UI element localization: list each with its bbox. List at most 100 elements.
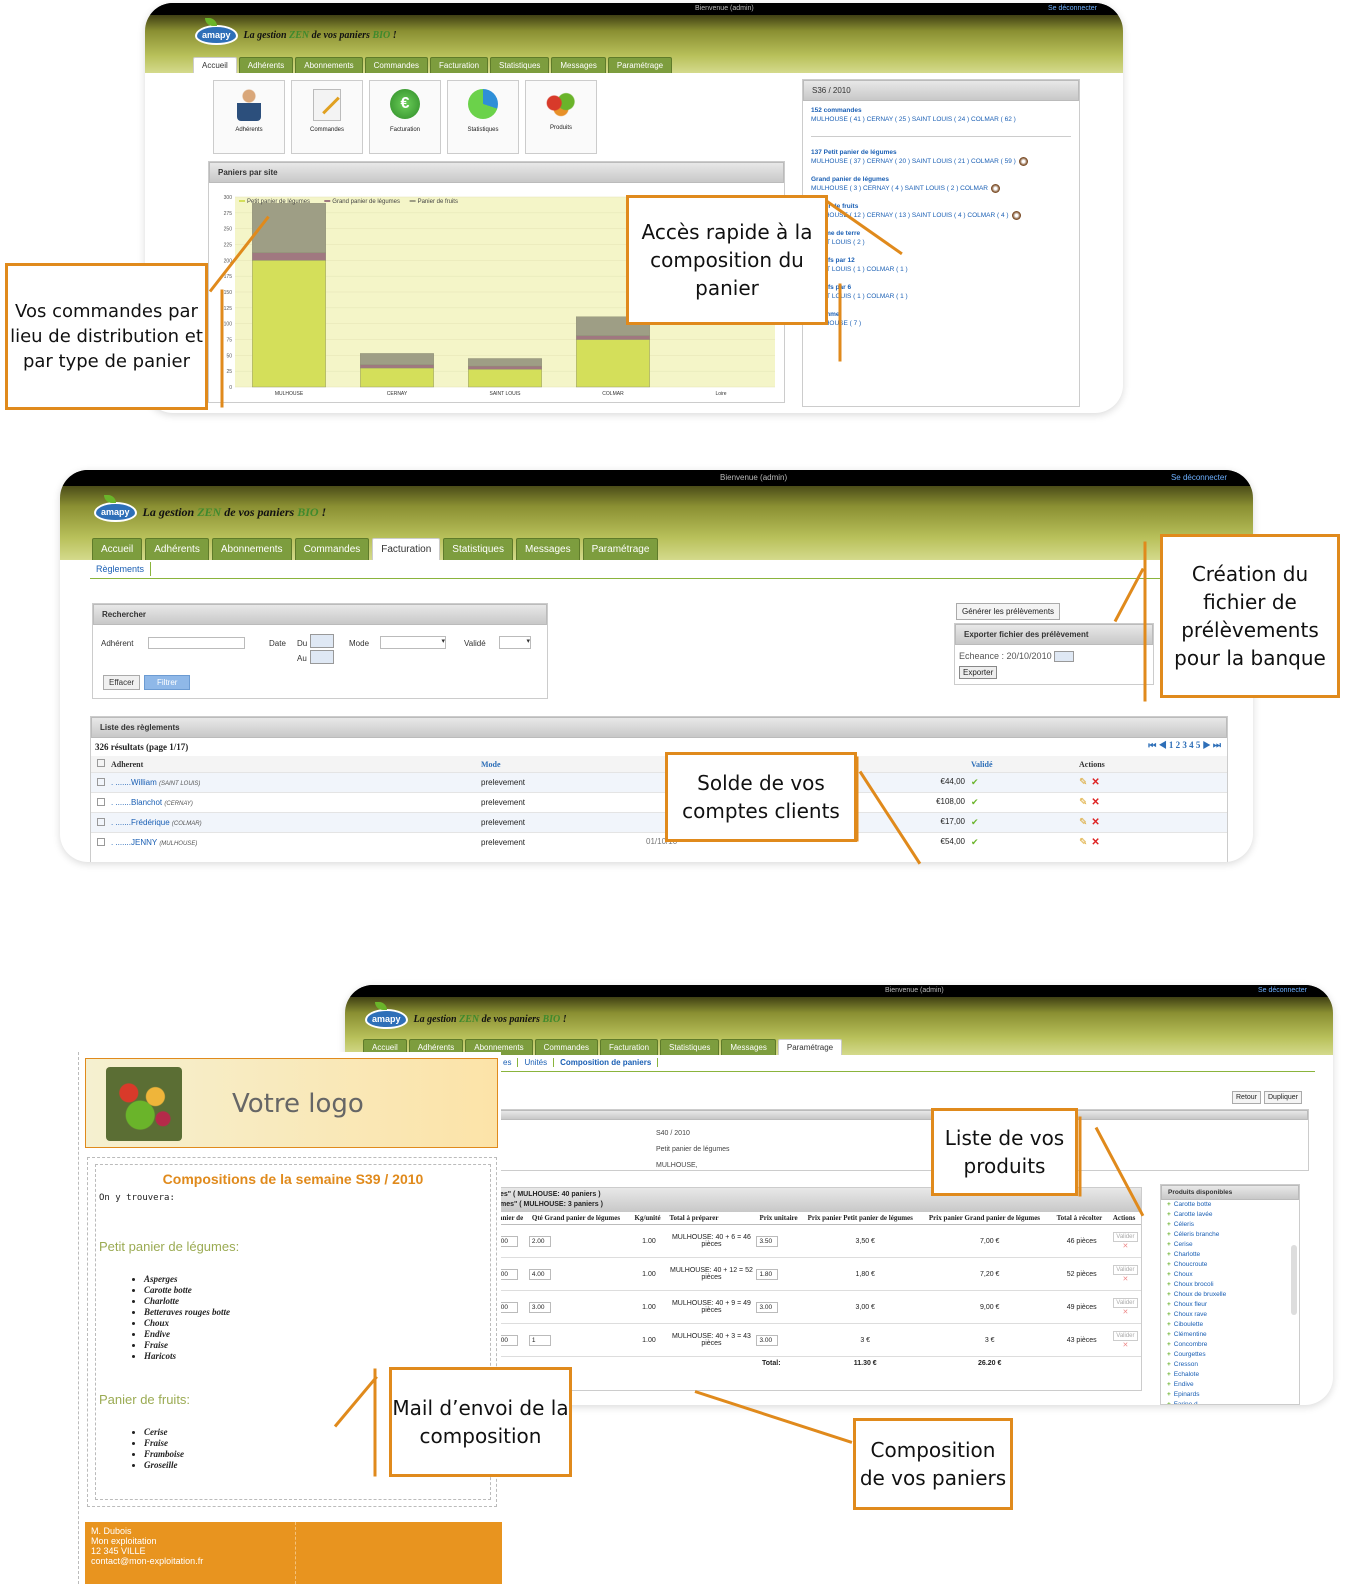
product-label[interactable]: Choux de bruxelle: [1174, 1291, 1226, 1298]
basket-icon[interactable]: [990, 183, 1000, 193]
table-row[interactable]: . .......William (SAINT LOUIS) prelevemen…: [91, 772, 1227, 793]
summary-detail[interactable]: MULHOUSE ( 37 ) CERNAY ( 20 ) SAINT LOUI…: [811, 156, 1071, 168]
tab-commandes[interactable]: Commandes: [364, 57, 428, 73]
pagination[interactable]: ⏮ ◀ 1 2 3 4 5 ▶ ⏭: [1148, 740, 1221, 751]
select-all-checkbox[interactable]: [97, 759, 105, 767]
back-button[interactable]: Retour: [1232, 1091, 1262, 1104]
tab-accueil[interactable]: Accueil: [193, 57, 237, 73]
unit-price-input[interactable]: 1.80: [756, 1268, 779, 1280]
tab-abonnements[interactable]: Abonnements: [211, 538, 292, 560]
bar-segment[interactable]: [252, 203, 326, 253]
summary-title[interactable]: Pomme de terre: [811, 230, 1071, 237]
product-item[interactable]: + Choux fleur: [1167, 1300, 1299, 1310]
tab-messages[interactable]: Messages: [721, 1039, 776, 1055]
table-row[interactable]: . .......JENNY (MULHOUSE) prelevement 01/1…: [91, 832, 1227, 853]
validated-select[interactable]: ▾: [499, 636, 531, 649]
add-icon[interactable]: +: [1167, 1291, 1171, 1298]
tile-produits[interactable]: Produits: [525, 80, 597, 154]
generate-button[interactable]: Générer les prélèvements: [956, 603, 1061, 620]
remove-icon[interactable]: ✕: [1110, 1242, 1141, 1250]
delete-icon[interactable]: ✕: [1091, 777, 1099, 788]
product-label[interactable]: Cresson: [1174, 1361, 1198, 1368]
tab-facturation[interactable]: Facturation: [600, 1039, 659, 1055]
basket-icon[interactable]: [1011, 210, 1021, 220]
summary-detail[interactable]: SAINT LOUIS ( 1 ) COLMAR ( 1 ): [811, 291, 1071, 303]
add-icon[interactable]: +: [1167, 1251, 1171, 1258]
validate-button[interactable]: Valider: [1113, 1331, 1138, 1341]
add-icon[interactable]: +: [1167, 1311, 1171, 1318]
add-icon[interactable]: +: [1167, 1371, 1171, 1378]
product-item[interactable]: + Choux rave: [1167, 1310, 1299, 1320]
product-item[interactable]: + Céleris branche: [1167, 1230, 1299, 1240]
validate-button[interactable]: Valider: [1113, 1298, 1138, 1308]
product-label[interactable]: Cerise: [1174, 1241, 1193, 1248]
add-icon[interactable]: +: [1167, 1271, 1171, 1278]
tab-facturation[interactable]: Facturation: [430, 57, 489, 73]
edit-icon[interactable]: ✎: [1079, 837, 1087, 848]
add-icon[interactable]: +: [1167, 1301, 1171, 1308]
tab-adherents[interactable]: Adhérents: [145, 538, 209, 560]
product-item[interactable]: + Choucroute: [1167, 1260, 1299, 1270]
product-label[interactable]: Farine d: [1174, 1401, 1198, 1404]
qty-big-input[interactable]: 2.00: [528, 1235, 551, 1247]
product-item[interactable]: + Epinards: [1167, 1390, 1299, 1400]
bar-segment[interactable]: [576, 335, 650, 340]
product-item[interactable]: + Choux brocoli: [1167, 1280, 1299, 1290]
bar-segment[interactable]: [360, 367, 434, 388]
summary-title[interactable]: 7 pomme: [811, 311, 1071, 318]
product-item[interactable]: + Charlotte: [1167, 1250, 1299, 1260]
tab-accueil[interactable]: Accueil: [92, 538, 143, 560]
add-icon[interactable]: +: [1167, 1391, 1171, 1398]
summary-title[interactable]: 137 Petit panier de légumes: [811, 149, 1071, 156]
bar-segment[interactable]: [468, 365, 542, 370]
product-label[interactable]: Carotte lavée: [1174, 1211, 1213, 1218]
member-link[interactable]: . .......JENNY: [111, 838, 159, 847]
tab-abonnements[interactable]: Abonnements: [295, 57, 363, 73]
add-icon[interactable]: +: [1167, 1261, 1171, 1268]
tab-statistiques[interactable]: Statistiques: [443, 538, 513, 560]
bar-segment[interactable]: [252, 252, 326, 261]
product-label[interactable]: Choux fleur: [1174, 1301, 1207, 1308]
product-item[interactable]: + Concombre: [1167, 1340, 1299, 1350]
product-label[interactable]: Choux rave: [1174, 1311, 1207, 1318]
tab-statistiques[interactable]: Statistiques: [490, 57, 550, 73]
add-icon[interactable]: +: [1167, 1201, 1171, 1208]
tab-commandes[interactable]: Commandes: [534, 1039, 598, 1055]
delete-icon[interactable]: ✕: [1091, 817, 1099, 828]
subtab-composition[interactable]: Composition de paniers: [554, 1058, 659, 1067]
summary-detail[interactable]: SAINT LOUIS ( 2 ): [811, 237, 1071, 249]
add-icon[interactable]: +: [1167, 1241, 1171, 1248]
col-valide[interactable]: Validé: [971, 756, 1079, 773]
product-label[interactable]: Céleris: [1174, 1221, 1194, 1228]
logout-link[interactable]: Se déconnecter: [1048, 5, 1097, 12]
remove-icon[interactable]: ✕: [1110, 1341, 1141, 1349]
logout-link[interactable]: Se déconnecter: [1171, 473, 1227, 482]
product-item[interactable]: + Endive: [1167, 1380, 1299, 1390]
bar-segment[interactable]: [252, 260, 326, 388]
add-icon[interactable]: +: [1167, 1331, 1171, 1338]
product-item[interactable]: + Carotte lavée: [1167, 1210, 1299, 1220]
add-icon[interactable]: +: [1167, 1231, 1171, 1238]
add-icon[interactable]: +: [1167, 1361, 1171, 1368]
product-label[interactable]: Echalote: [1174, 1371, 1199, 1378]
row-checkbox[interactable]: [97, 777, 105, 786]
summary-detail[interactable]: SAINT LOUIS ( 1 ) COLMAR ( 1 ): [811, 264, 1071, 276]
product-label[interactable]: Clémentine: [1174, 1331, 1207, 1338]
product-item[interactable]: + Carotte botte: [1167, 1200, 1299, 1210]
add-icon[interactable]: +: [1167, 1211, 1171, 1218]
page-numbers[interactable]: 1 2 3 4 5: [1169, 740, 1201, 750]
validate-button[interactable]: Valider: [1113, 1232, 1138, 1242]
filter-button[interactable]: Filtrer: [144, 675, 191, 690]
product-label[interactable]: Choux brocoli: [1174, 1281, 1214, 1288]
product-item[interactable]: + Cerise: [1167, 1240, 1299, 1250]
product-item[interactable]: + Ciboulette: [1167, 1320, 1299, 1330]
member-link[interactable]: . .......Frédérique: [111, 818, 172, 827]
summary-detail[interactable]: MULHOUSE ( 41 ) CERNAY ( 25 ) SAINT LOUI…: [811, 114, 1071, 126]
product-label[interactable]: Choux: [1174, 1271, 1193, 1278]
tab-parametrage[interactable]: Paramétrage: [582, 538, 659, 560]
subtab-unites[interactable]: Unités: [518, 1058, 555, 1067]
tab-commandes[interactable]: Commandes: [294, 538, 370, 560]
edit-icon[interactable]: ✎: [1079, 797, 1087, 808]
product-label[interactable]: Choucroute: [1174, 1261, 1208, 1268]
calendar-icon[interactable]: [1054, 651, 1075, 663]
